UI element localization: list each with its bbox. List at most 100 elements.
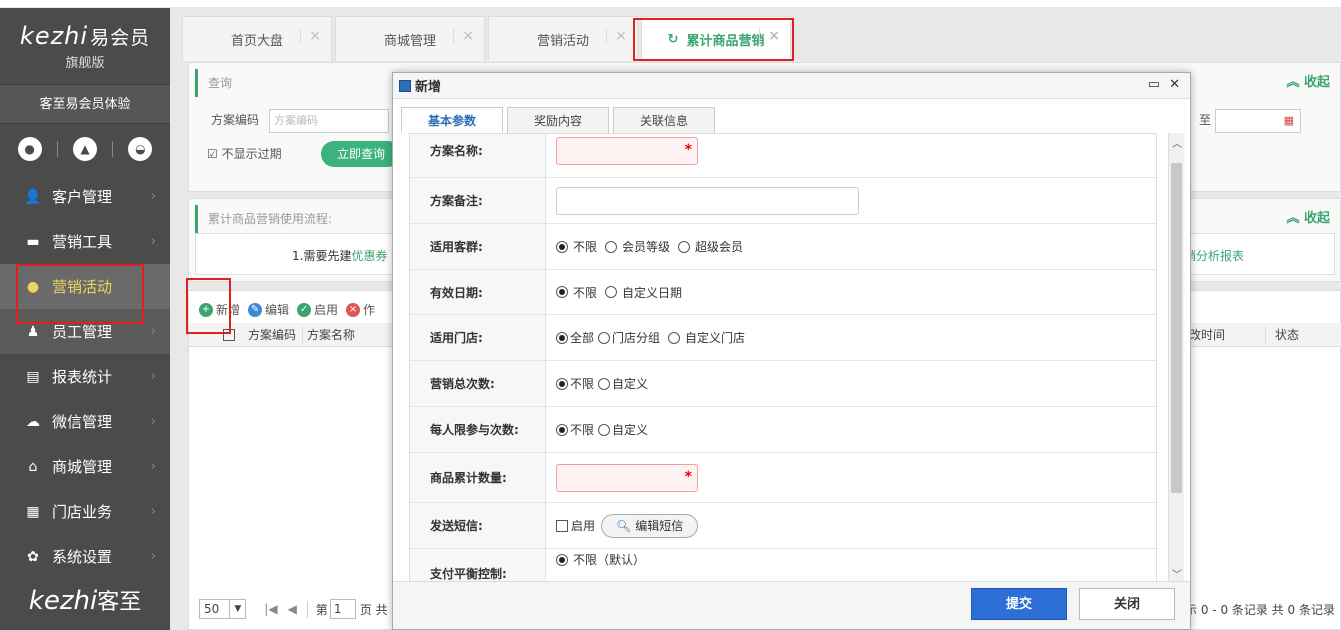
radio-total-custom[interactable]: 自定义 <box>598 375 648 392</box>
chevron-down-icon[interactable]: ﹀ <box>1172 566 1182 581</box>
pencil-icon: ✎ <box>248 302 263 317</box>
close-icon[interactable]: ✕ <box>1169 77 1180 92</box>
user-icon[interactable]: ● <box>17 137 42 161</box>
disable-button[interactable]: × 作 <box>346 301 375 318</box>
first-page-icon[interactable]: |◀ <box>264 602 277 616</box>
tab-basic-params[interactable]: 基本参数 <box>401 107 503 133</box>
quick-actions: ● ▲ ◒ <box>0 124 170 174</box>
sidebar-item-customers[interactable]: 👤 客户管理 › <box>0 174 170 219</box>
tab-label: 营销活动 <box>536 33 589 49</box>
page-input[interactable]: 1 <box>329 599 356 619</box>
radio-total-all[interactable]: 不限 <box>556 375 594 392</box>
scroll-thumb[interactable] <box>1171 163 1182 493</box>
sidebar-item-reports[interactable]: ▤ 报表统计 › <box>0 354 170 399</box>
hide-expired-label: 不显示过期 <box>221 147 282 161</box>
enable-button[interactable]: ✓ 启用 <box>297 301 338 318</box>
radio-pay-default[interactable]: 不限（默认） <box>556 551 645 568</box>
select-all-checkbox[interactable] <box>223 328 235 341</box>
sidebar-item-wechat[interactable]: ☁ 微信管理 › <box>0 399 170 444</box>
sidebar-item-marketing-activities[interactable]: ●营销活动› <box>0 264 170 309</box>
sidebar-item-mall[interactable]: ⌂ 商城管理 › <box>0 444 170 489</box>
sidebar-item-store-business[interactable]: ▦ 门店业务 › <box>0 489 170 534</box>
submit-button[interactable]: 提交 <box>971 588 1067 620</box>
radio-per-all[interactable]: 不限 <box>556 421 594 438</box>
prev-page-icon[interactable]: ◀ <box>288 602 297 616</box>
edit-button[interactable]: ✎ 编辑 <box>248 301 289 318</box>
tab-reward-content[interactable]: 奖励内容 <box>507 107 609 133</box>
col-name[interactable]: 方案名称 <box>307 326 355 343</box>
row-store: 适用门店: 全部 门店分组 自定义门店 <box>410 315 1156 361</box>
radio-label: 不限 <box>570 423 595 437</box>
tab-home[interactable]: 首页大盘 × <box>182 16 332 61</box>
col-time[interactable]: 改时间 <box>1189 326 1267 343</box>
radio-label: 自定义门店 <box>685 331 746 345</box>
collapse-query[interactable]: ︽ 收起 <box>1286 71 1330 90</box>
close-icon[interactable]: × <box>300 28 321 44</box>
close-icon[interactable]: × <box>606 28 627 44</box>
divider <box>56 141 58 157</box>
end-date-input[interactable]: ▦ <box>1215 109 1301 133</box>
chevron-up-icon[interactable]: ︿ <box>1172 135 1182 150</box>
col-code[interactable]: 方案编码 <box>248 326 304 343</box>
sidebar-item-staff[interactable]: ♟ 员工管理 › <box>0 309 170 354</box>
calendar-icon[interactable]: ▦ <box>1284 110 1294 132</box>
footer-brand-text: kezhi <box>28 586 98 616</box>
radio-store-all[interactable]: 全部 <box>556 329 594 346</box>
sidebar-item-label: 员工管理 <box>52 323 113 341</box>
radio-per-custom[interactable]: 自定义 <box>598 421 648 438</box>
chevron-right-icon: › <box>150 234 156 249</box>
tab-related-info[interactable]: 关联信息 <box>613 107 715 133</box>
note-input[interactable] <box>556 186 859 215</box>
hide-expired-checkbox[interactable]: ☑ 不显示过期 <box>207 145 282 162</box>
sidebar-item-marketing-tools[interactable]: ▬ 营销工具 › <box>0 219 170 264</box>
radio-date-custom[interactable]: 自定义日期 <box>605 284 682 301</box>
radio-store-group[interactable]: 门店分组 <box>598 329 660 346</box>
radio-dot <box>556 553 568 566</box>
sidebar-item-settings[interactable]: ✿ 系统设置 › <box>0 534 170 579</box>
close-button[interactable]: 关闭 <box>1079 588 1175 620</box>
code-input[interactable]: 方案编码 <box>269 109 389 133</box>
bell-icon[interactable]: ▲ <box>72 137 97 161</box>
close-icon[interactable]: × <box>759 28 780 44</box>
tab-activities[interactable]: 营销活动 × <box>488 16 638 61</box>
name-input[interactable] <box>556 136 698 165</box>
label-per-person: 每人限参与次数: <box>410 407 546 452</box>
sidebar-item-label: 营销活动 <box>52 278 113 296</box>
maximize-icon[interactable]: ▭ <box>1148 77 1160 92</box>
coupon-link[interactable]: 优惠券 <box>351 249 387 263</box>
radio-label: 不限 <box>573 240 598 254</box>
add-label: 新增 <box>216 303 241 317</box>
add-button[interactable]: + 新增 <box>199 301 240 318</box>
edition-label: 旗舰版 <box>65 56 105 71</box>
to-label: 至 <box>1199 113 1212 127</box>
org-name[interactable]: 客至易会员体验 <box>0 84 170 124</box>
form-scrollbar[interactable]: ︿ ﹀ <box>1168 133 1184 583</box>
report-link[interactable]: 销分析报表 <box>1184 247 1244 264</box>
collapse-flow[interactable]: ︽ 收起 <box>1286 207 1330 226</box>
close-circle-icon: × <box>346 302 361 317</box>
refresh-icon[interactable]: ↻ <box>668 32 679 47</box>
col-status[interactable]: 状态 <box>1275 326 1299 343</box>
radio-dot <box>605 286 618 298</box>
flow-step-text: 1.需要先建 <box>292 249 352 263</box>
tab-mall[interactable]: 商城管理 × <box>335 16 485 61</box>
radio-date-all[interactable]: 不限 <box>556 284 597 301</box>
radio-group-level[interactable]: 会员等级 <box>605 238 670 255</box>
logout-icon[interactable]: ◒ <box>128 137 153 161</box>
edit-sms-button[interactable]: 🔍︎ 编辑短信 <box>601 513 699 538</box>
row-group: 适用客群: 不限 会员等级 超级会员 <box>410 224 1156 270</box>
radio-dot <box>598 331 611 344</box>
qty-input[interactable] <box>556 463 698 492</box>
code-label: 方案编码 <box>211 113 260 127</box>
page-size-select[interactable]: 50 ▼ <box>199 599 247 619</box>
sms-enable-checkbox[interactable] <box>556 519 568 532</box>
add-dialog: 新增 ▭ ✕ 基本参数 奖励内容 关联信息 方案名称: 方案备注: 适用客群: … <box>392 72 1191 630</box>
dialog-title: 新增 <box>415 80 442 95</box>
row-pay: 支付平衡控制: 不限（默认） <box>410 549 1156 582</box>
radio-store-custom[interactable]: 自定义门店 <box>668 329 745 346</box>
close-icon[interactable]: × <box>453 28 474 44</box>
search-button[interactable]: 立即查询 <box>321 141 401 167</box>
tab-cumulative-product[interactable]: ↻ 累计商品营销 × <box>641 16 791 61</box>
radio-group-super[interactable]: 超级会员 <box>678 238 743 255</box>
radio-group-all[interactable]: 不限 <box>556 238 597 255</box>
